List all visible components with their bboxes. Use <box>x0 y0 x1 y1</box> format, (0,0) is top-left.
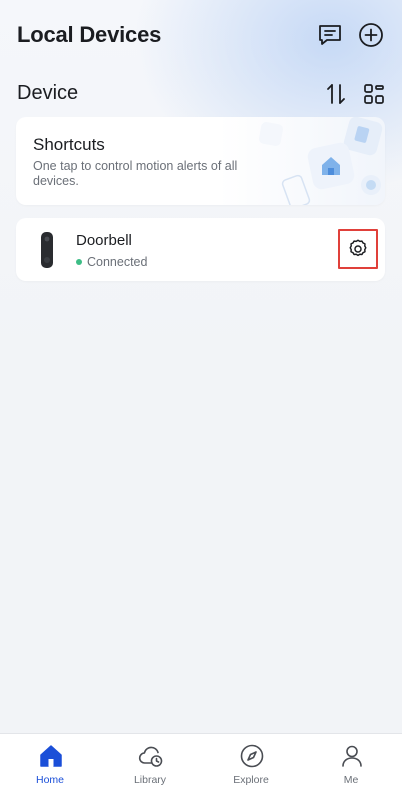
home-icon <box>40 745 62 767</box>
message-icon[interactable] <box>317 22 343 48</box>
grid-view-icon[interactable] <box>363 83 385 105</box>
bottom-tab-bar: Home Library Explore Me <box>0 733 402 803</box>
gear-icon <box>349 239 367 257</box>
tab-explore[interactable]: Explore <box>201 734 301 803</box>
status-dot <box>76 259 82 265</box>
tab-home[interactable]: Home <box>0 734 100 803</box>
cloud-clock-icon <box>138 746 163 767</box>
device-name: Doorbell <box>76 232 132 249</box>
device-status: Connected <box>76 255 147 269</box>
device-status-label: Connected <box>87 255 148 269</box>
tab-me[interactable]: Me <box>301 734 401 803</box>
compass-icon <box>240 744 264 768</box>
section-title: Device <box>17 82 79 104</box>
device-section-header: Device <box>0 78 402 110</box>
top-header: Local Devices <box>0 0 402 70</box>
tab-home-label: Home <box>35 774 64 786</box>
doorbell-device-icon <box>40 232 54 268</box>
shortcuts-title: Shortcuts <box>33 135 105 154</box>
tab-library[interactable]: Library <box>100 734 200 803</box>
page-title: Local Devices <box>17 22 162 47</box>
person-icon <box>342 745 362 767</box>
shortcuts-illustration <box>246 117 385 205</box>
add-icon[interactable] <box>358 22 384 48</box>
shortcuts-card[interactable]: Shortcuts One tap to control motion aler… <box>16 117 385 205</box>
shortcuts-description: One tap to control motion alerts of all … <box>33 159 238 188</box>
tab-library-label: Library <box>133 774 167 786</box>
device-settings-button[interactable] <box>338 229 378 269</box>
tab-explore-label: Explore <box>233 774 269 786</box>
sort-icon[interactable] <box>325 82 347 106</box>
tab-me-label: Me <box>343 774 359 786</box>
device-card-doorbell[interactable]: Doorbell Connected <box>16 218 385 281</box>
